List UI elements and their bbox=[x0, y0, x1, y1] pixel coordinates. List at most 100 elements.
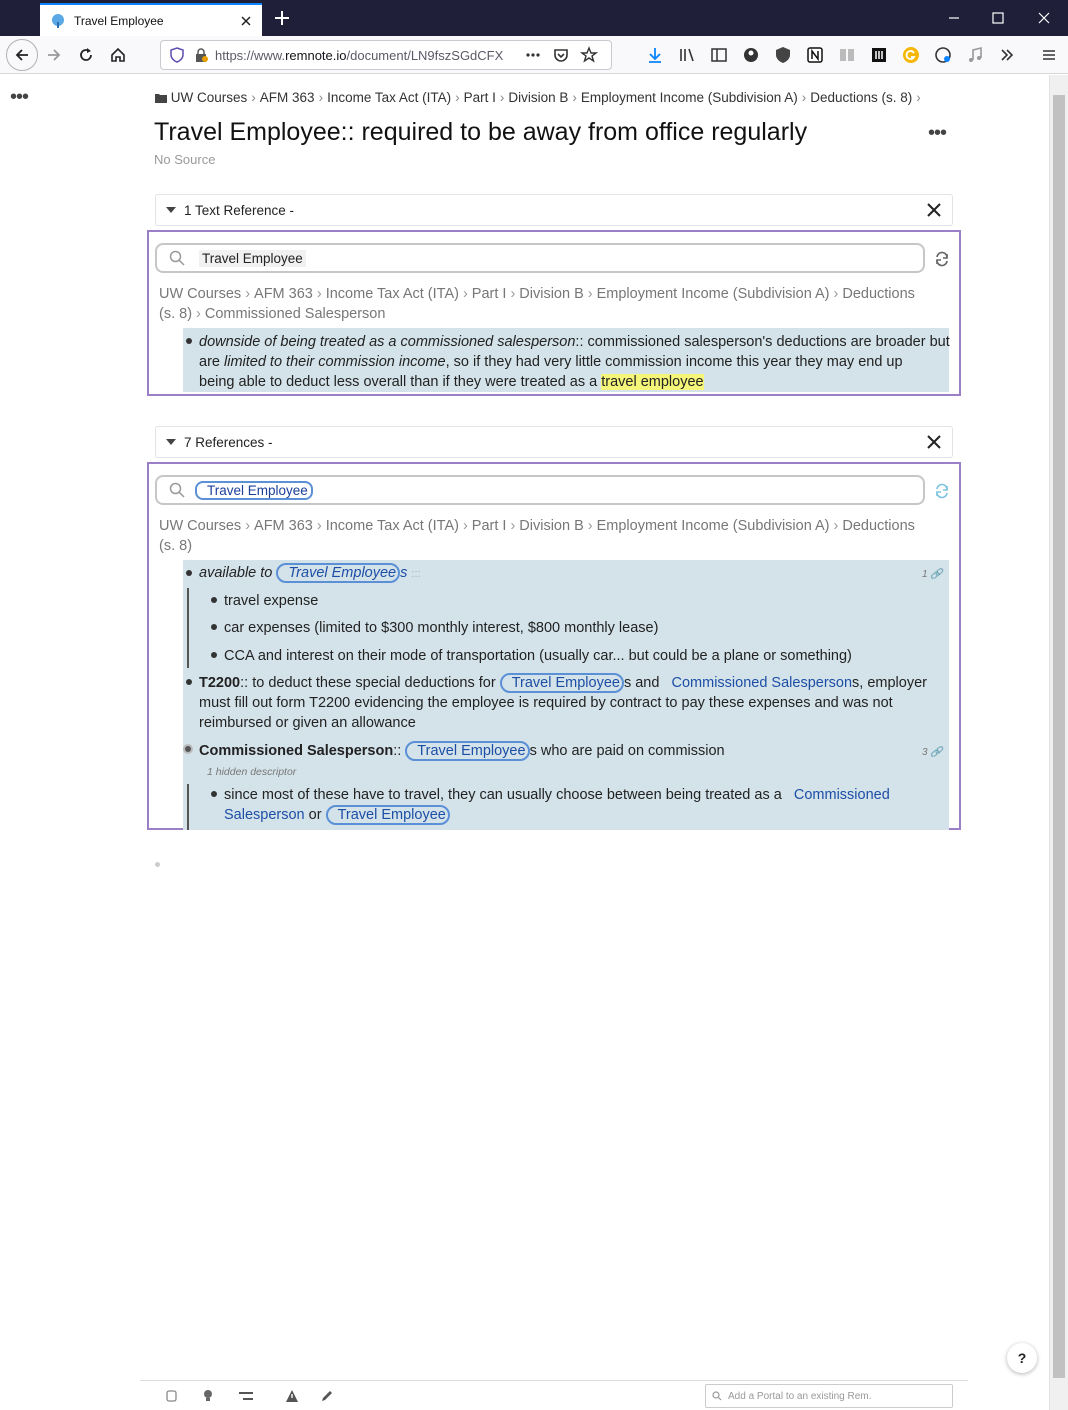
reference-count[interactable]: 1 🔗 bbox=[922, 569, 943, 580]
breadcrumb-item[interactable]: AFM 363 bbox=[260, 90, 315, 105]
maximize-icon[interactable] bbox=[988, 8, 1008, 28]
back-button[interactable] bbox=[6, 39, 38, 71]
source-label[interactable]: No Source bbox=[154, 152, 215, 167]
reader-icon[interactable] bbox=[838, 46, 856, 64]
refresh-icon[interactable] bbox=[933, 250, 951, 268]
page-title[interactable]: Travel Employee:: required to be away fr… bbox=[154, 118, 807, 147]
bullet-icon[interactable] bbox=[186, 570, 192, 576]
reload-icon bbox=[80, 48, 92, 61]
bullet-icon[interactable] bbox=[186, 338, 192, 344]
title-more-icon[interactable]: ••• bbox=[928, 122, 947, 145]
reference-item[interactable]: T2200:: to deduct these special deductio… bbox=[199, 673, 951, 733]
bullet-icon[interactable] bbox=[211, 791, 217, 797]
lightbulb-icon[interactable] bbox=[201, 1389, 215, 1403]
grammarly-icon[interactable] bbox=[902, 46, 920, 64]
music-icon[interactable] bbox=[966, 46, 984, 64]
notion-icon[interactable] bbox=[806, 46, 824, 64]
text-references-panel: Travel Employee UW Courses › AFM 363 › Incom… bbox=[147, 230, 961, 396]
references-search[interactable]: Travel Employee bbox=[155, 475, 925, 505]
page-actions-icon[interactable] bbox=[524, 46, 542, 64]
library-icon[interactable] bbox=[678, 46, 696, 64]
search-icon bbox=[712, 1391, 722, 1401]
bookmark-star-icon[interactable] bbox=[580, 46, 598, 64]
warning-icon[interactable] bbox=[285, 1389, 299, 1403]
rem-link[interactable]: Travel Employee bbox=[325, 805, 450, 825]
portal-placeholder: Add a Portal to an existing Rem. bbox=[728, 1390, 872, 1402]
empty-bullet[interactable] bbox=[155, 862, 160, 867]
bullet-icon[interactable] bbox=[186, 679, 192, 685]
pocket-icon[interactable] bbox=[552, 46, 570, 64]
bullet-icon[interactable] bbox=[211, 652, 217, 658]
rem-link[interactable]: Salesperson bbox=[224, 807, 305, 823]
indent-lines-icon[interactable] bbox=[237, 1389, 255, 1403]
references-label: 7 References - bbox=[184, 434, 273, 450]
child-item[interactable]: car expenses (limited to $300 monthly in… bbox=[224, 618, 658, 638]
text-references-header[interactable]: 1 Text Reference - bbox=[155, 194, 953, 226]
tab-close-icon[interactable] bbox=[238, 13, 254, 29]
reference-item[interactable]: Commissioned Salesperson:: Travel Employ… bbox=[199, 741, 725, 761]
new-tab-icon[interactable] bbox=[272, 8, 292, 28]
url-bar[interactable]: https://www.remnote.io/document/LN9fszSG… bbox=[160, 40, 612, 70]
search-input[interactable]: Travel Employee bbox=[195, 480, 313, 500]
breadcrumb: UW Courses › AFM 363 › Income Tax Act (ITA) ›… bbox=[155, 90, 925, 105]
references-panel: Travel Employee UW Courses › AFM 363 › Incom… bbox=[147, 462, 961, 830]
close-window-icon[interactable] bbox=[1034, 8, 1054, 28]
minimize-icon[interactable] bbox=[944, 8, 964, 28]
rem-link[interactable]: Travel Employee bbox=[405, 741, 530, 761]
refresh-icon[interactable] bbox=[933, 482, 951, 500]
forward-button[interactable] bbox=[40, 41, 68, 69]
overflow-chevron-icon[interactable] bbox=[998, 46, 1016, 64]
rem-link[interactable]: Travel Employee bbox=[499, 673, 624, 693]
bullet-icon[interactable] bbox=[211, 624, 217, 630]
breadcrumb-item[interactable]: Division B bbox=[508, 90, 568, 105]
downloads-icon[interactable] bbox=[646, 46, 664, 64]
portal-input[interactable]: Add a Portal to an existing Rem. bbox=[705, 1384, 953, 1408]
text-references-search[interactable]: Travel Employee bbox=[155, 243, 925, 273]
references-header[interactable]: 7 References - bbox=[155, 426, 953, 458]
help-button[interactable]: ? bbox=[1007, 1343, 1037, 1373]
remnote-favicon-icon bbox=[52, 13, 64, 28]
reference-item[interactable]: available to Travel Employee s ::: bbox=[199, 563, 421, 584]
breadcrumb-item[interactable]: Part I bbox=[464, 90, 496, 105]
bullet-icon[interactable] bbox=[211, 597, 217, 603]
columns-icon[interactable] bbox=[870, 46, 888, 64]
page-more-icon[interactable]: ••• bbox=[10, 86, 29, 109]
child-item[interactable]: since most of these have to travel, they… bbox=[224, 785, 944, 825]
collapse-caret-icon[interactable] bbox=[166, 439, 176, 445]
browser-tab[interactable]: Travel Employee bbox=[40, 3, 262, 36]
account-icon[interactable] bbox=[742, 46, 760, 64]
tab-title: Travel Employee bbox=[74, 13, 164, 28]
reload-button[interactable] bbox=[72, 41, 100, 69]
sidebar-icon[interactable] bbox=[710, 46, 728, 64]
close-section-icon[interactable] bbox=[926, 202, 942, 218]
lock-icon[interactable] bbox=[193, 47, 209, 63]
scrollbar[interactable] bbox=[1049, 75, 1068, 1410]
rem-link[interactable]: Travel Employee bbox=[276, 563, 401, 583]
pen-icon[interactable] bbox=[320, 1389, 334, 1403]
hamburger-menu-icon[interactable] bbox=[1040, 46, 1058, 64]
shield-icon[interactable] bbox=[169, 47, 185, 63]
collapsed-bullet-icon[interactable] bbox=[183, 744, 193, 754]
close-section-icon[interactable] bbox=[926, 434, 942, 450]
reference-item[interactable]: downside of being treated as a commissio… bbox=[199, 332, 951, 392]
reference-path[interactable]: UW Courses › AFM 363 › Income Tax Act (ITA) ›… bbox=[159, 516, 951, 556]
child-item[interactable]: travel expense bbox=[224, 591, 318, 611]
rem-link[interactable]: Commissioned Salesperson bbox=[672, 675, 853, 691]
breadcrumb-item[interactable]: Employment Income (Subdivision A) bbox=[581, 90, 798, 105]
breadcrumb-item[interactable]: Income Tax Act (ITA) bbox=[327, 90, 451, 105]
breadcrumb-item[interactable]: Deductions (s. 8) bbox=[810, 90, 912, 105]
rem-link[interactable]: Commissioned bbox=[794, 787, 890, 803]
ublock-icon[interactable] bbox=[774, 46, 792, 64]
hidden-descriptor-label[interactable]: 1 hidden descriptor bbox=[207, 766, 296, 778]
scrollbar-thumb[interactable] bbox=[1053, 95, 1065, 1378]
search-input[interactable]: Travel Employee bbox=[199, 249, 306, 267]
reference-count[interactable]: 3 🔗 bbox=[922, 747, 943, 758]
text-references-label: 1 Text Reference - bbox=[184, 202, 295, 218]
reference-path[interactable]: UW Courses › AFM 363 › Income Tax Act (ITA) ›… bbox=[159, 284, 951, 324]
home-button[interactable] bbox=[104, 41, 132, 69]
child-item[interactable]: CCA and interest on their mode of transp… bbox=[224, 646, 852, 666]
collapse-caret-icon[interactable] bbox=[166, 207, 176, 213]
extension-clock-icon[interactable] bbox=[934, 46, 952, 64]
breadcrumb-item[interactable]: UW Courses bbox=[171, 90, 248, 105]
flashcard-icon[interactable] bbox=[165, 1389, 179, 1403]
